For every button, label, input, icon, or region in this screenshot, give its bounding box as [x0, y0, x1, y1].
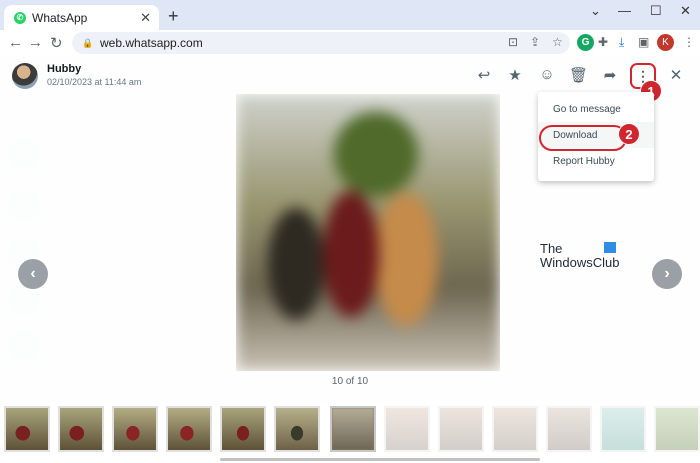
- emoji-icon[interactable]: ☺: [538, 66, 556, 83]
- browser-chrome: ✆ WhatsApp ✕ + ⌄ — ☐ ✕ ← → ↻ 🔒 web.whats…: [0, 0, 700, 56]
- window-close-icon[interactable]: ✕: [680, 3, 691, 19]
- new-tab-button[interactable]: +: [168, 6, 179, 27]
- tab-close-icon[interactable]: ✕: [140, 10, 151, 26]
- media-image: [236, 94, 500, 371]
- thumbnail[interactable]: [492, 406, 538, 452]
- viewer-header: Hubby 02/10/2023 at 11:44 am ↩ ★ ☺ 🗑 ➦ ⋮…: [0, 56, 700, 96]
- menu-item-go-to-message[interactable]: Go to message: [538, 96, 654, 122]
- address-bar[interactable]: 🔒 web.whatsapp.com: [72, 32, 570, 54]
- address-text: web.whatsapp.com: [100, 36, 203, 50]
- forward-icon[interactable]: →: [28, 34, 43, 51]
- back-icon[interactable]: ←: [8, 34, 23, 51]
- maximize-icon[interactable]: ☐: [650, 3, 662, 19]
- next-media-button[interactable]: ›: [652, 259, 682, 289]
- media-counter: 10 of 10: [331, 376, 369, 387]
- browser-menu-icon[interactable]: ⋮: [683, 35, 695, 49]
- thumbnail[interactable]: [274, 406, 320, 452]
- grammarly-extension-icon[interactable]: G: [577, 34, 594, 51]
- thumbnail[interactable]: [546, 406, 592, 452]
- reply-icon[interactable]: ↩: [475, 66, 493, 84]
- minimize-icon[interactable]: —: [618, 3, 631, 18]
- star-icon[interactable]: ★: [506, 66, 524, 84]
- avatar[interactable]: [12, 63, 38, 89]
- downloads-icon[interactable]: ⤓: [619, 35, 624, 50]
- forward-icon[interactable]: ➦: [601, 66, 619, 84]
- thumbnail[interactable]: [220, 406, 266, 452]
- close-icon[interactable]: ✕: [667, 66, 685, 84]
- share-icon[interactable]: ⇪: [530, 35, 540, 49]
- windows-logo-icon: [604, 242, 616, 253]
- profile-avatar[interactable]: K: [657, 34, 674, 51]
- thumbnail[interactable]: [4, 406, 50, 452]
- browser-toolbar: ← → ↻ 🔒 web.whatsapp.com ⊡ ⇪ ☆ G ✚ ⤓ ▣ K…: [0, 30, 700, 56]
- message-timestamp: 02/10/2023 at 11:44 am: [47, 77, 142, 87]
- side-panel-icon[interactable]: ▣: [638, 35, 649, 49]
- thumbnail-current[interactable]: [330, 406, 376, 452]
- menu-item-report[interactable]: Report Hubby: [538, 148, 654, 174]
- thumbnail[interactable]: [384, 406, 430, 452]
- thumbnail[interactable]: [600, 406, 646, 452]
- thumbnail-scrollbar[interactable]: [220, 458, 540, 461]
- thumbnail[interactable]: [438, 406, 484, 452]
- thumbnail[interactable]: [58, 406, 104, 452]
- thumbnail[interactable]: [166, 406, 212, 452]
- whatsapp-icon: ✆: [14, 11, 26, 24]
- callout-badge-2: 2: [618, 123, 640, 145]
- media-viewer: Hubby 02/10/2023 at 11:44 am ↩ ★ ☺ 🗑 ➦ ⋮…: [0, 56, 700, 463]
- download-highlight: [539, 125, 627, 151]
- thumbnail[interactable]: [654, 406, 700, 452]
- install-app-icon[interactable]: ⊡: [508, 35, 518, 49]
- chevron-down-icon[interactable]: ⌄: [590, 3, 601, 19]
- tab-title: WhatsApp: [32, 10, 88, 25]
- browser-tab[interactable]: ✆ WhatsApp ✕: [4, 5, 159, 30]
- extensions-puzzle-icon[interactable]: ✚: [598, 35, 608, 49]
- previous-media-button[interactable]: ‹: [18, 259, 48, 289]
- reload-icon[interactable]: ↻: [50, 34, 63, 52]
- contact-name: Hubby: [47, 63, 82, 75]
- lock-icon: 🔒: [82, 38, 94, 48]
- thumbnail[interactable]: [112, 406, 158, 452]
- delete-icon[interactable]: 🗑: [569, 66, 588, 84]
- thumbnail-strip: [0, 402, 700, 463]
- bookmark-star-icon[interactable]: ☆: [552, 35, 563, 49]
